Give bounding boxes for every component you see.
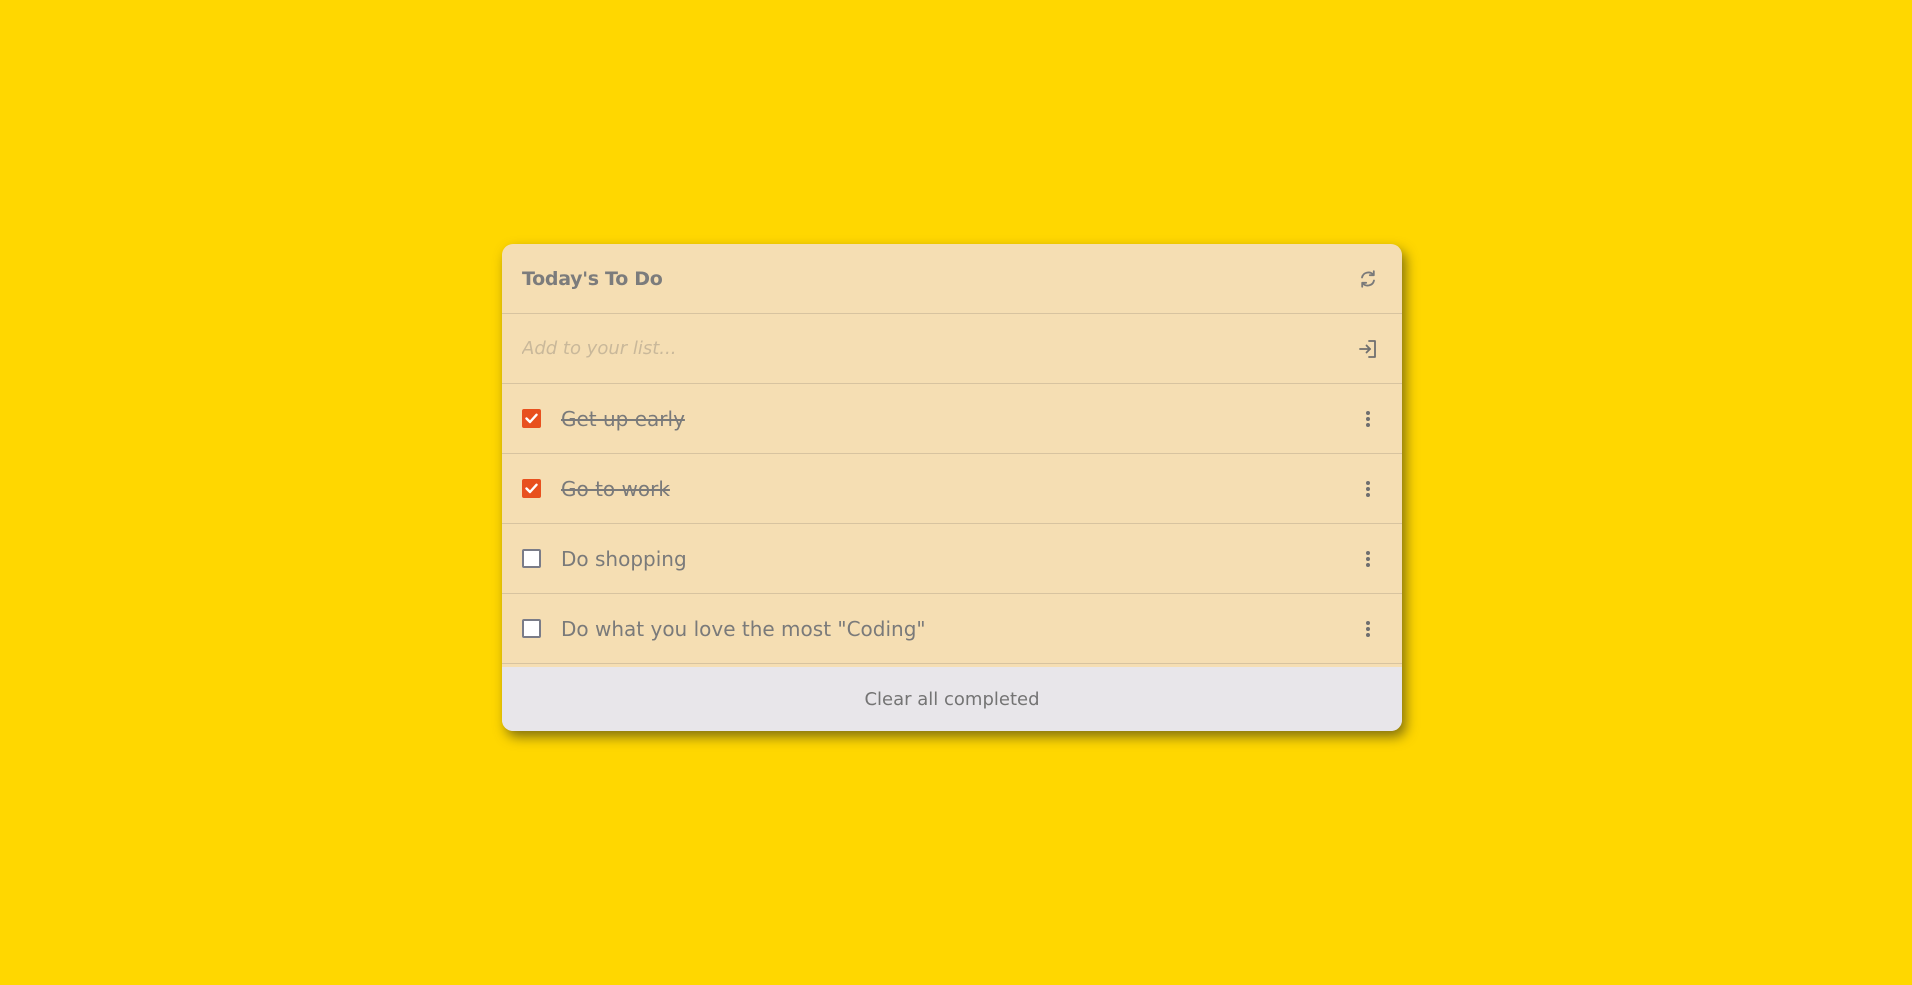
- add-task-input[interactable]: [522, 338, 1354, 359]
- task-label: Go to work: [561, 476, 670, 501]
- task-label: Get up early: [561, 406, 685, 431]
- login-arrow-icon[interactable]: [1354, 335, 1382, 363]
- page-title: Today's To Do: [522, 267, 663, 290]
- list-item: Go to work: [502, 454, 1402, 524]
- todo-card: Today's To Do Get up early: [502, 244, 1402, 731]
- task-checkbox[interactable]: [522, 409, 541, 428]
- refresh-icon[interactable]: [1354, 265, 1382, 293]
- more-vert-icon[interactable]: [1354, 405, 1382, 433]
- list-item: Get up early: [502, 384, 1402, 454]
- task-checkbox[interactable]: [522, 549, 541, 568]
- more-vert-icon[interactable]: [1354, 545, 1382, 573]
- list-item: Do shopping: [502, 524, 1402, 594]
- more-vert-icon[interactable]: [1354, 615, 1382, 643]
- add-task-row: [502, 314, 1402, 384]
- task-label: Do what you love the most "Coding": [561, 616, 926, 641]
- task-label: Do shopping: [561, 546, 687, 571]
- task-checkbox[interactable]: [522, 479, 541, 498]
- more-vert-icon[interactable]: [1354, 475, 1382, 503]
- clear-completed-label: Clear all completed: [864, 688, 1040, 710]
- task-checkbox[interactable]: [522, 619, 541, 638]
- clear-completed-button[interactable]: Clear all completed: [502, 667, 1402, 731]
- list-item: Do what you love the most "Coding": [502, 594, 1402, 664]
- todo-header: Today's To Do: [502, 244, 1402, 314]
